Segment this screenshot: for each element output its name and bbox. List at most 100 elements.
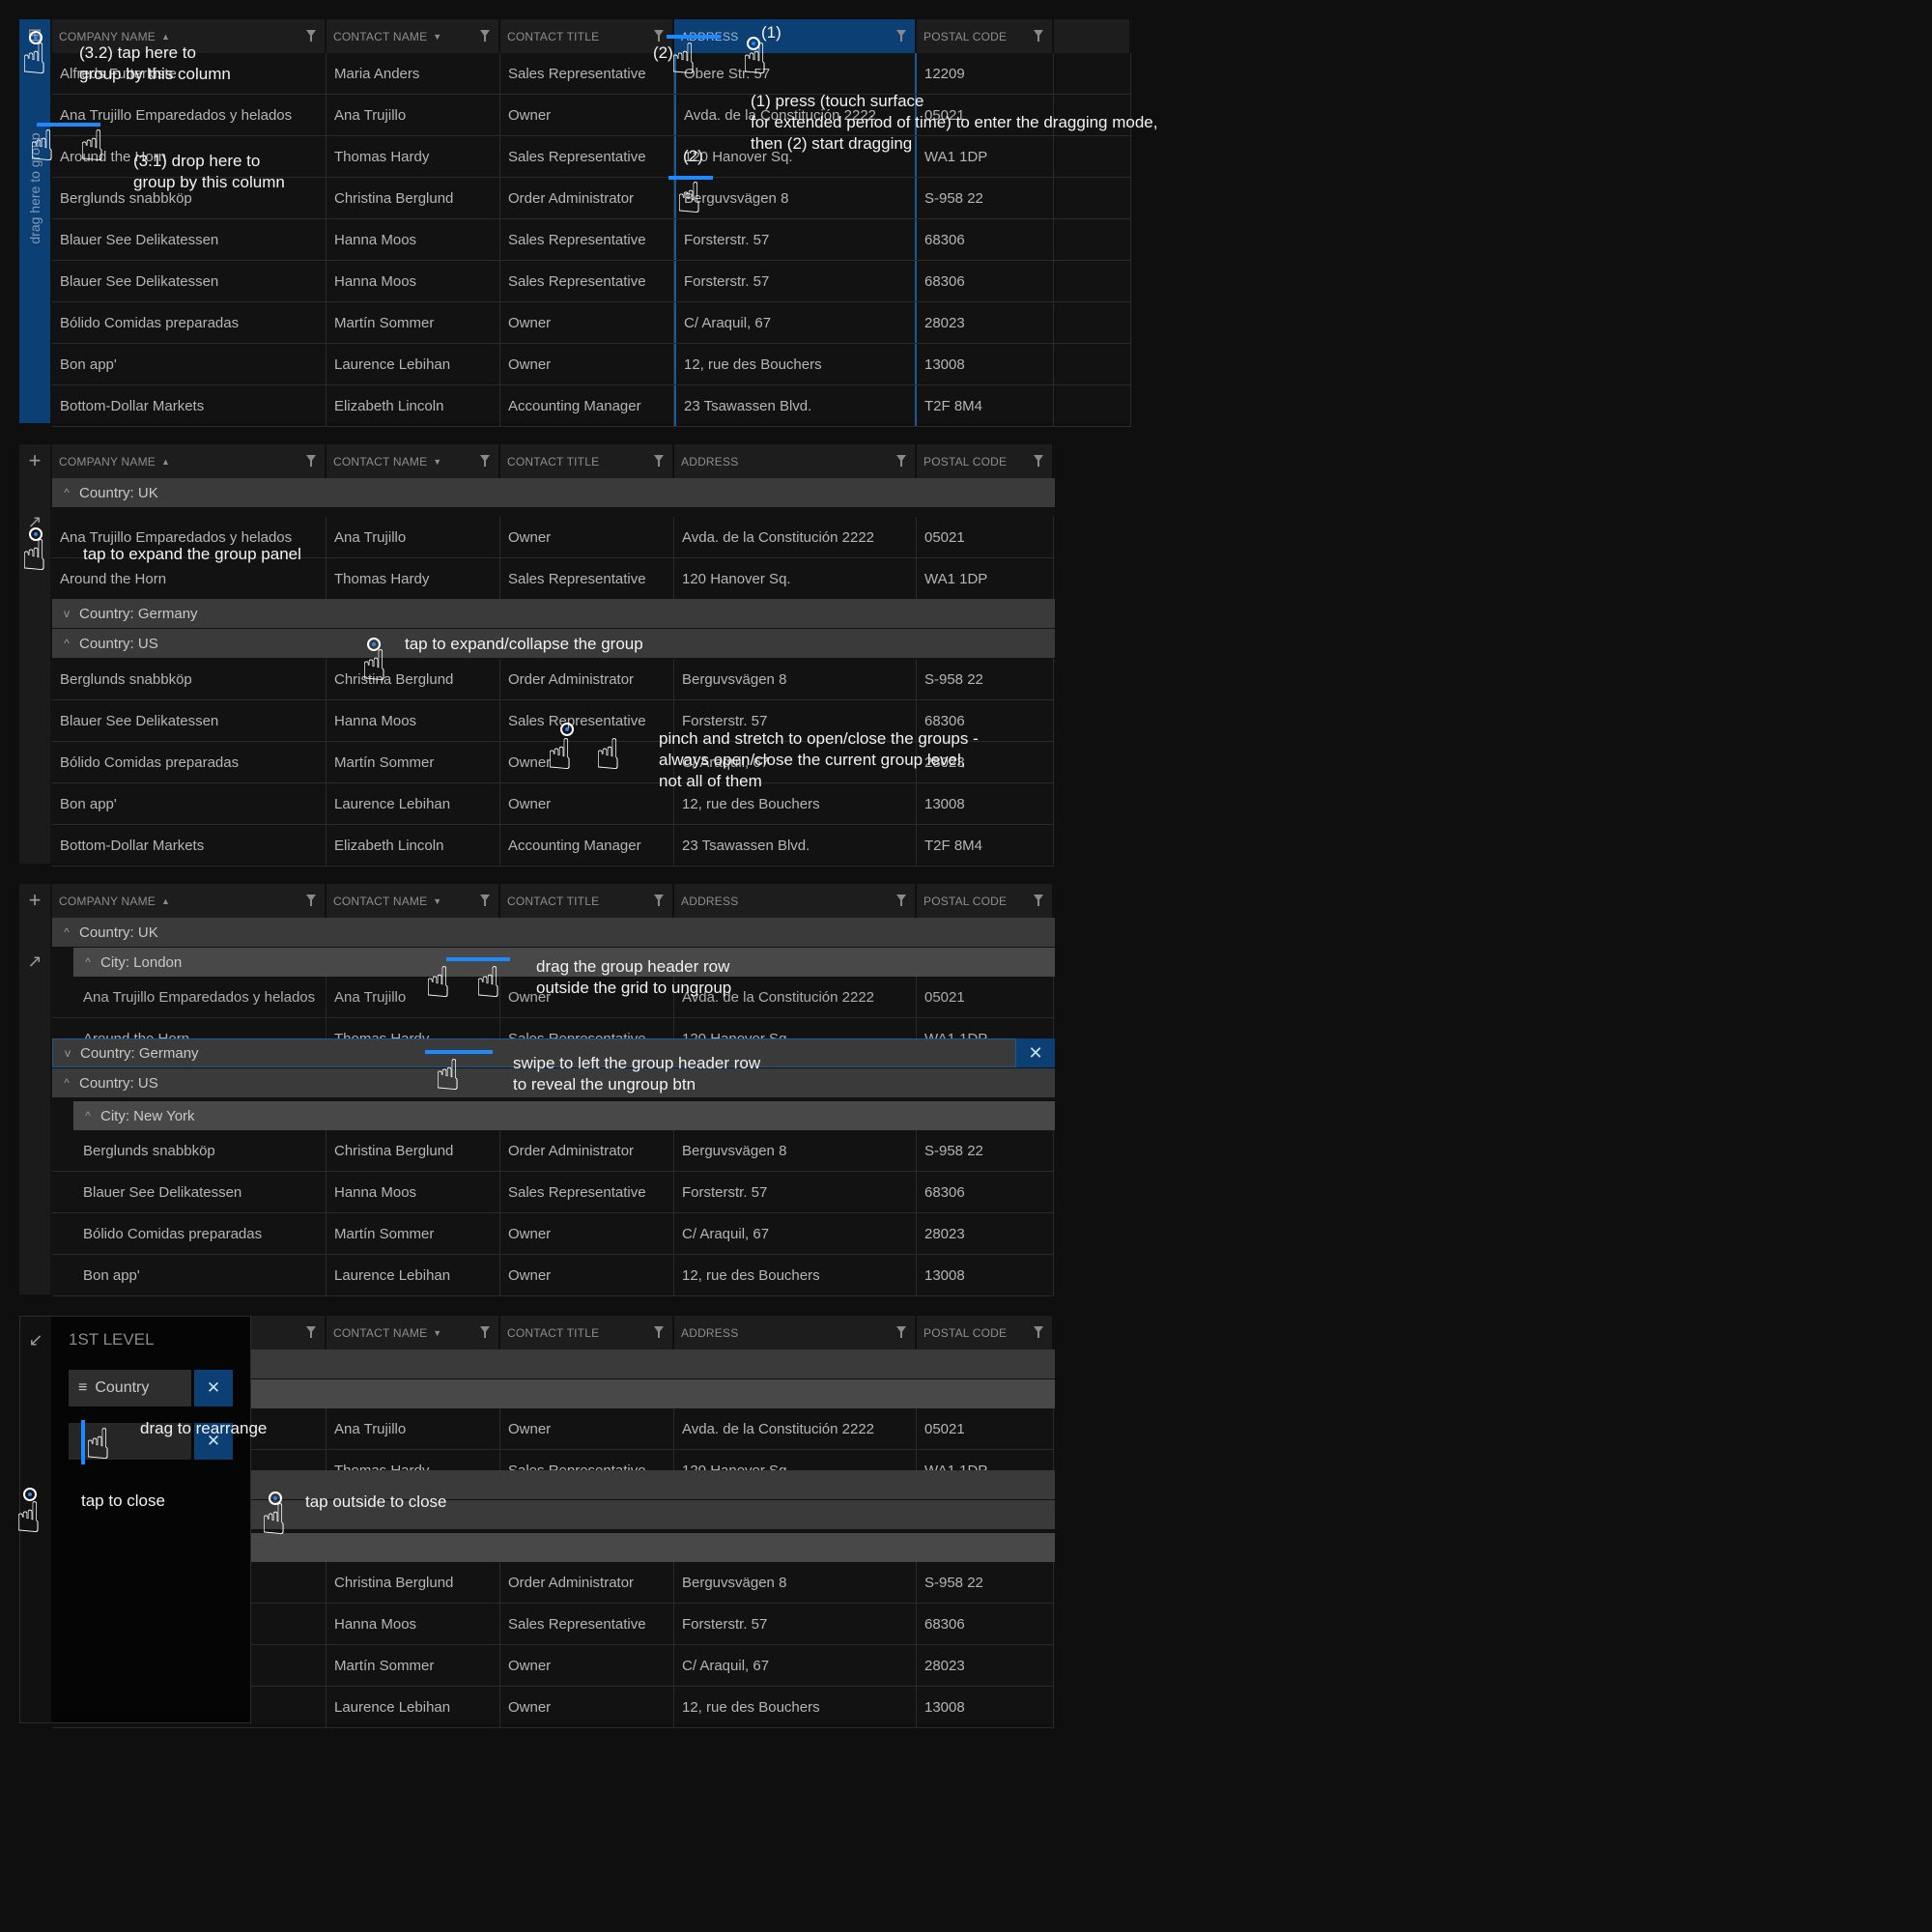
column-header-address[interactable]: ADDRESS <box>674 444 917 478</box>
add-icon[interactable]: + <box>19 448 50 473</box>
filter-icon[interactable] <box>480 30 490 42</box>
add-icon[interactable]: + <box>19 888 50 913</box>
sort-icon[interactable]: ▼ <box>433 32 441 42</box>
filter-icon[interactable] <box>1034 1326 1043 1338</box>
column-header-contact-title[interactable]: CONTACT TITLE <box>500 19 674 53</box>
sort-icon[interactable]: ▼ <box>433 457 441 467</box>
annotation-drop-to-group: (3.1) drop here to group by this column <box>133 152 285 191</box>
group-chip-label[interactable]: ≡ Country <box>69 1370 191 1406</box>
filter-icon[interactable] <box>654 455 664 467</box>
table-row[interactable]: Berglunds snabbköp Christina Berglund Orde… <box>52 659 1054 700</box>
chevron-down-icon[interactable]: v <box>60 607 73 620</box>
column-header-address[interactable]: ADDRESS <box>674 1316 917 1350</box>
chevron-up-icon[interactable]: ^ <box>81 1109 95 1122</box>
filter-icon[interactable] <box>896 1326 906 1338</box>
column-header-contact-title[interactable]: CONTACT TITLE <box>500 1316 674 1350</box>
column-header-postal-code[interactable]: POSTAL CODE <box>917 884 1054 918</box>
filter-icon[interactable] <box>306 895 316 906</box>
table-row[interactable]: Blauer See Delikatessen Hanna Moos Sales R… <box>52 219 1131 261</box>
annotation-rearrange: drag to rearrange <box>140 1419 268 1437</box>
filter-icon[interactable] <box>306 30 316 42</box>
filter-icon[interactable] <box>654 1326 664 1338</box>
column-header-contact-title[interactable]: CONTACT TITLE <box>500 884 674 918</box>
column-header-company-name[interactable]: COMPANY NAME▲ <box>52 444 327 478</box>
expand-group-panel-icon[interactable]: ↗ <box>19 952 50 972</box>
column-header-contact-title[interactable]: CONTACT TITLE <box>500 444 674 478</box>
table-cell: Bottom-Dollar Markets <box>52 385 327 426</box>
filter-icon[interactable] <box>1034 455 1043 467</box>
column-header-contact-name[interactable]: CONTACT NAME ▼ <box>327 1316 500 1350</box>
filter-icon[interactable] <box>480 895 490 906</box>
table-cell: Elizabeth Lincoln <box>327 385 500 426</box>
chevron-down-icon[interactable]: v <box>61 1046 74 1060</box>
group-panel-collapsed[interactable]: + ↗ <box>19 884 50 1294</box>
table-cell: Sales Representative <box>500 1172 674 1212</box>
sort-icon[interactable]: ▲ <box>161 896 170 906</box>
table-cell: Order Administrator <box>500 1562 674 1603</box>
table-row[interactable]: Bólido Comidas preparadas Martín Sommer Ow… <box>52 302 1131 344</box>
table-cell: Owner <box>500 742 674 782</box>
table-cell: T2F 8M4 <box>917 825 1054 866</box>
sort-icon[interactable]: ▼ <box>433 896 441 906</box>
table-row[interactable]: Bólido Comidas preparadas Martín Sommer Ow… <box>52 1213 1054 1255</box>
group-chip-country[interactable]: ≡ Country ✕ <box>69 1370 233 1406</box>
hand-pointer-icon: ☝ <box>676 175 702 222</box>
group-row-country-uk[interactable]: ^ Country: UK <box>52 478 1055 507</box>
table-row[interactable]: Bon app' Laurence Lebihan Owner 12, rue des… <box>52 1255 1054 1296</box>
ungroup-button[interactable]: ✕ <box>1016 1038 1055 1067</box>
table-row[interactable]: Bon app' Laurence Lebihan Owner 12, rue des… <box>52 344 1131 385</box>
table-cell: Laurence Lebihan <box>327 1687 500 1727</box>
table-cell: Blauer See Delikatessen <box>52 219 327 260</box>
group-panel-collapsed[interactable]: + ↗ <box>19 444 50 864</box>
chevron-up-icon[interactable]: ^ <box>81 955 95 969</box>
collapse-group-panel-icon[interactable]: ↙ <box>20 1330 51 1350</box>
column-header-postal-code[interactable]: POSTAL CODE <box>917 19 1054 53</box>
column-header-contact-name[interactable]: CONTACT NAME ▼ <box>327 19 500 53</box>
table-row[interactable]: Blauer See Delikatessen Hanna Moos Sales R… <box>52 1172 1054 1213</box>
column-header-contact-name[interactable]: CONTACT NAME ▼ <box>327 884 500 918</box>
table-cell: Hanna Moos <box>327 1604 500 1644</box>
remove-group-button[interactable]: ✕ <box>194 1370 233 1406</box>
group-panel-expanded[interactable]: ↙ 1ST LEVEL ≡ Country ✕ ✕ <box>19 1316 251 1723</box>
sort-icon[interactable]: ▲ <box>161 32 170 42</box>
filter-icon[interactable] <box>480 455 490 467</box>
column-header-contact-name[interactable]: CONTACT NAME ▼ <box>327 444 500 478</box>
table-row[interactable]: Bottom-Dollar Markets Elizabeth Lincoln Ac… <box>52 385 1131 427</box>
sort-icon[interactable]: ▲ <box>161 457 170 467</box>
table-cell: Ana Trujillo <box>327 95 500 135</box>
group-row-country-germany[interactable]: v Country: Germany <box>52 599 1055 628</box>
filter-icon[interactable] <box>654 895 664 906</box>
sort-icon[interactable]: ▼ <box>433 1328 441 1338</box>
table-cell: Bon app' <box>52 1255 327 1295</box>
column-header-postal-code[interactable]: POSTAL CODE <box>917 444 1054 478</box>
hand-pointer-icon: ☝ <box>595 731 621 779</box>
column-header-postal-code[interactable]: POSTAL CODE <box>917 1316 1054 1350</box>
chevron-up-icon[interactable]: ^ <box>60 637 73 650</box>
chevron-up-icon[interactable]: ^ <box>60 925 73 939</box>
table-cell: Sales Representative <box>500 700 674 741</box>
chevron-up-icon[interactable]: ^ <box>60 1076 73 1090</box>
filter-icon[interactable] <box>896 30 906 42</box>
table-cell <box>1054 385 1131 426</box>
drag-handle-icon[interactable]: ≡ <box>78 1379 87 1397</box>
filter-icon[interactable] <box>1034 895 1043 906</box>
filter-icon[interactable] <box>1034 30 1043 42</box>
table-cell: Sales Representative <box>500 53 674 94</box>
grid-rows-new-york: Berglunds snabbköp Christina Berglund Orde… <box>52 1130 1054 1296</box>
table-row[interactable]: Berglunds snabbköp Christina Berglund Orde… <box>52 1130 1054 1172</box>
filter-icon[interactable] <box>896 895 906 906</box>
group-row-city-new-york[interactable]: ^ City: New York <box>73 1101 1055 1130</box>
column-header-company-name[interactable]: COMPANY NAME▲ <box>52 884 327 918</box>
filter-icon[interactable] <box>306 1326 316 1338</box>
filter-icon[interactable] <box>896 455 906 467</box>
chevron-up-icon[interactable]: ^ <box>60 486 73 499</box>
filter-icon[interactable] <box>306 455 316 467</box>
hand-pointer-icon: ☝ <box>79 123 105 170</box>
table-row[interactable]: Bottom-Dollar Markets Elizabeth Lincoln Ac… <box>52 825 1054 867</box>
table-cell: Avda. de la Constitución 2222 <box>674 517 917 557</box>
filter-icon[interactable] <box>480 1326 490 1338</box>
filter-icon[interactable] <box>654 30 664 42</box>
group-row-country-uk[interactable]: ^ Country: UK <box>52 918 1055 947</box>
column-header-address[interactable]: ADDRESS <box>674 884 917 918</box>
table-row[interactable]: Blauer See Delikatessen Hanna Moos Sales R… <box>52 261 1131 302</box>
